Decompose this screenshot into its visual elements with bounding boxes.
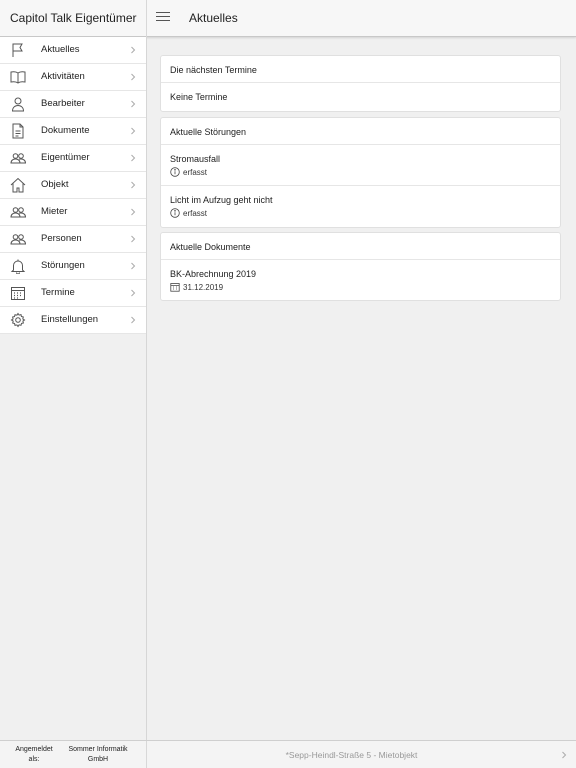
disruption-item[interactable]: Licht im Aufzug geht nicht erfasst: [161, 186, 560, 227]
disruption-title: Licht im Aufzug geht nicht: [170, 195, 273, 205]
sidebar-item-label: Störungen: [41, 260, 85, 271]
chevron-right-icon: [129, 46, 137, 54]
people-icon: [10, 231, 26, 247]
sidebar-item-bearbeiter[interactable]: Bearbeiter: [0, 91, 146, 118]
sidebar-item-label: Dokumente: [41, 125, 90, 136]
chevron-right-icon: [129, 127, 137, 135]
appointments-empty-text: Keine Termine: [170, 92, 228, 102]
sidebar-item-einstellungen[interactable]: Einstellungen: [0, 307, 146, 334]
sidebar-item-personen[interactable]: Personen: [0, 226, 146, 253]
chevron-right-icon: [129, 73, 137, 81]
disruption-item[interactable]: Stromausfall erfasst: [161, 145, 560, 186]
sidebar-item-label: Eigentümer: [41, 152, 90, 163]
chevron-right-icon: [129, 181, 137, 189]
sidebar-item-label: Termine: [41, 287, 75, 298]
app-header: Capitol Talk Eigentümer Aktuelles: [0, 0, 576, 37]
disruption-status: erfasst: [183, 208, 208, 218]
sidebar-item-eigentuemer[interactable]: Eigentümer: [0, 145, 146, 172]
sidebar-item-label: Personen: [41, 233, 82, 244]
appointments-card: Die nächsten Termine Keine Termine: [160, 55, 561, 112]
document-icon: [10, 123, 26, 139]
calendar-icon: [170, 282, 180, 292]
chevron-right-icon: [129, 154, 137, 162]
hamburger-menu-icon[interactable]: [156, 12, 170, 24]
calendar-icon: [10, 285, 26, 301]
people-icon: [10, 150, 26, 166]
chevron-right-icon: [129, 262, 137, 270]
footer: Angemeldet als: Sommer Informatik GmbH *…: [0, 740, 576, 768]
house-icon: [10, 177, 26, 193]
chevron-right-icon[interactable]: [560, 751, 568, 759]
flag-icon: [10, 42, 26, 58]
chevron-right-icon: [129, 289, 137, 297]
sidebar-item-dokumente[interactable]: Dokumente: [0, 118, 146, 145]
object-selector[interactable]: *Sepp-Heindl-Straße 5 - Mietobjekt: [147, 750, 556, 760]
sidebar-item-objekt[interactable]: Objekt: [0, 172, 146, 199]
chevron-right-icon: [129, 100, 137, 108]
document-date: 31.12.2019: [183, 282, 224, 292]
person-icon: [10, 96, 26, 112]
chevron-right-icon: [129, 316, 137, 324]
bell-icon: [10, 258, 26, 274]
page-title: Aktuelles: [189, 11, 238, 25]
document-title: BK-Abrechnung 2019: [170, 269, 257, 279]
document-item[interactable]: BK-Abrechnung 2019 31.12.2019: [161, 260, 560, 300]
sidebar-item-label: Bearbeiter: [41, 98, 85, 109]
sidebar-item-label: Aktuelles: [41, 44, 80, 55]
info-icon: [170, 208, 180, 218]
sidebar-list: Aktuelles Aktivitäten Bearbeiter Dokumen…: [0, 37, 146, 334]
sidebar: Aktuelles Aktivitäten Bearbeiter Dokumen…: [0, 37, 147, 740]
disruption-title: Stromausfall: [170, 154, 221, 164]
sidebar-item-aktivitaeten[interactable]: Aktivitäten: [0, 64, 146, 91]
sidebar-item-mieter[interactable]: Mieter: [0, 199, 146, 226]
app-title: Capitol Talk Eigentümer: [10, 11, 137, 25]
sidebar-item-aktuelles[interactable]: Aktuelles: [0, 37, 146, 64]
sidebar-item-label: Objekt: [41, 179, 69, 190]
documents-card: Aktuelle Dokumente BK-Abrechnung 2019 31…: [160, 232, 561, 301]
chevron-right-icon: [129, 235, 137, 243]
disruptions-card: Aktuelle Störungen Stromausfall erfasst …: [160, 117, 561, 228]
people-icon: [10, 204, 26, 220]
disruptions-header: Aktuelle Störungen: [161, 118, 560, 145]
sidebar-item-label: Mieter: [41, 206, 68, 217]
info-icon: [170, 167, 180, 177]
company-name: Sommer Informatik GmbH: [68, 746, 128, 763]
sidebar-item-stoerungen[interactable]: Störungen: [0, 253, 146, 280]
sidebar-item-termine[interactable]: Termine: [0, 280, 146, 307]
disruption-status: erfasst: [183, 167, 208, 177]
chevron-right-icon: [129, 208, 137, 216]
appointments-header: Die nächsten Termine: [161, 56, 560, 83]
book-icon: [10, 69, 26, 85]
sidebar-item-label: Aktivitäten: [41, 71, 85, 82]
header-divider: [146, 0, 147, 37]
logged-in-label: Angemeldet als:: [15, 746, 53, 763]
documents-header: Aktuelle Dokumente: [161, 233, 560, 260]
gear-icon: [10, 312, 26, 328]
main-content: Die nächsten Termine Keine Termine Aktue…: [147, 37, 576, 740]
sidebar-item-label: Einstellungen: [41, 314, 99, 325]
appointments-empty-row: Keine Termine: [161, 83, 560, 111]
